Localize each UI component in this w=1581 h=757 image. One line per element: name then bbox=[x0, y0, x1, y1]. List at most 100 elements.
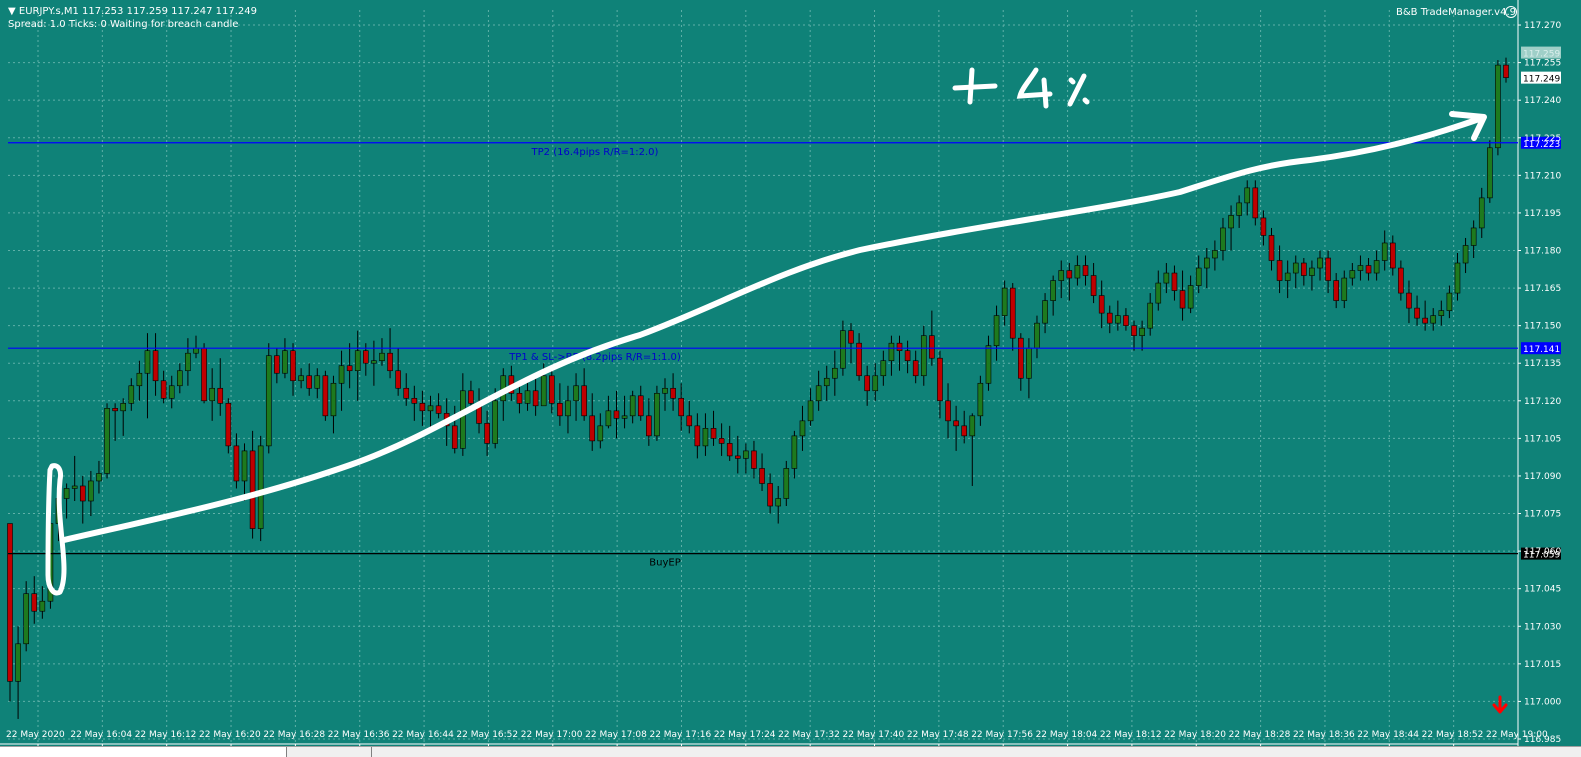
candle-body bbox=[799, 420, 806, 437]
candle-body bbox=[783, 468, 790, 499]
price-tick-label: 117.270 bbox=[1524, 21, 1561, 31]
candle bbox=[1106, 305, 1113, 334]
candle-body bbox=[791, 435, 798, 469]
candle bbox=[185, 338, 191, 386]
candle bbox=[322, 370, 329, 421]
price-axis: 117.270 117.255 117.240 117.225 117.210 117.1… bbox=[1518, 21, 1561, 745]
candle bbox=[1325, 250, 1331, 294]
candle bbox=[1349, 263, 1356, 286]
candle-body bbox=[1446, 292, 1453, 311]
candle bbox=[1309, 260, 1315, 291]
candle bbox=[209, 368, 215, 421]
candle-body bbox=[371, 360, 377, 364]
candle bbox=[79, 475, 86, 524]
time-tick-label: 22 May 17:08 bbox=[585, 730, 647, 740]
candle-body bbox=[540, 375, 547, 407]
candle-body bbox=[460, 390, 466, 449]
candle bbox=[662, 378, 668, 411]
candle-body bbox=[1333, 280, 1339, 301]
candle-body bbox=[363, 350, 369, 364]
candle bbox=[654, 385, 660, 441]
bid-price-label: 117.259 bbox=[1523, 50, 1560, 60]
candle-body bbox=[1438, 310, 1445, 316]
candle-body bbox=[1276, 260, 1283, 281]
dropdown-triangle-icon[interactable]: ▼ bbox=[8, 6, 16, 17]
candle-body bbox=[217, 387, 224, 404]
candle-body bbox=[322, 375, 329, 417]
candle bbox=[1414, 295, 1420, 326]
smiley-icon[interactable] bbox=[1505, 6, 1517, 18]
candle-body bbox=[435, 405, 442, 414]
candle bbox=[1268, 227, 1275, 271]
candle bbox=[864, 365, 870, 406]
candle-body bbox=[1301, 262, 1307, 276]
candle bbox=[314, 368, 321, 399]
candle bbox=[88, 470, 94, 517]
candle-body bbox=[265, 355, 272, 447]
time-tick-label: 22 May 18:12 bbox=[1100, 730, 1162, 740]
price-tick-label: 117.180 bbox=[1524, 246, 1561, 256]
candle bbox=[104, 403, 110, 479]
candle bbox=[524, 380, 531, 411]
candle bbox=[128, 378, 135, 411]
candle-body bbox=[23, 593, 29, 645]
candle-body bbox=[1478, 197, 1485, 229]
candle-body bbox=[1349, 270, 1356, 279]
candle-body bbox=[621, 415, 628, 419]
candle-body bbox=[451, 425, 458, 449]
candle-body bbox=[985, 345, 992, 384]
chart-window[interactable]: TP2 (16.4pips R/R=1:2.0) 117.223 TP1 & SL-… bbox=[0, 0, 1581, 756]
candle-body bbox=[1171, 272, 1178, 291]
candle bbox=[929, 310, 935, 366]
grid bbox=[0, 0, 1519, 745]
status-line: Spread: 1.0 Ticks: 0 Waiting for breach … bbox=[8, 19, 239, 30]
candle-body bbox=[63, 488, 70, 499]
candle-body bbox=[1406, 292, 1412, 309]
candle-body bbox=[832, 367, 838, 379]
candle-body bbox=[120, 403, 127, 412]
time-tick-label: 22 May 16:44 bbox=[392, 730, 454, 740]
candle bbox=[1171, 265, 1178, 301]
candle bbox=[751, 440, 757, 479]
candle bbox=[1082, 255, 1089, 286]
candle bbox=[201, 343, 207, 404]
candle-body bbox=[678, 397, 684, 417]
candle-body bbox=[815, 385, 822, 402]
candle-body bbox=[670, 387, 676, 399]
candle bbox=[848, 323, 854, 364]
price-tick-label: 117.015 bbox=[1524, 660, 1561, 670]
candle bbox=[1317, 250, 1323, 281]
time-tick-label: 22 May 18:20 bbox=[1164, 730, 1226, 740]
candle bbox=[710, 410, 717, 446]
candle-body bbox=[775, 498, 782, 507]
candle bbox=[726, 425, 733, 461]
candle bbox=[920, 325, 927, 386]
candle-body bbox=[1204, 257, 1210, 269]
candle bbox=[265, 343, 272, 454]
candle-body bbox=[718, 438, 725, 444]
price-chart[interactable]: TP2 (16.4pips R/R=1:2.0)117.223TP1 & SL-… bbox=[0, 0, 1581, 756]
candle-body bbox=[96, 473, 102, 482]
candle-body bbox=[864, 375, 870, 392]
candle-body bbox=[1503, 64, 1509, 78]
candle-body bbox=[71, 485, 78, 489]
candle bbox=[1115, 300, 1121, 331]
candle-body bbox=[1325, 257, 1331, 281]
candle-body bbox=[751, 450, 757, 469]
candle bbox=[670, 373, 676, 411]
candle bbox=[1001, 280, 1008, 326]
candle-body bbox=[1139, 327, 1145, 336]
candle-body bbox=[1155, 282, 1162, 304]
candle-body bbox=[694, 425, 701, 447]
candle-body bbox=[306, 375, 313, 389]
candle bbox=[1155, 270, 1162, 311]
candle-body bbox=[888, 342, 895, 362]
candle bbox=[945, 383, 951, 439]
candle-body bbox=[1422, 317, 1428, 324]
time-tick-label: 22 May 17:48 bbox=[907, 730, 969, 740]
candle bbox=[371, 340, 377, 386]
candle-body bbox=[484, 423, 490, 444]
candle-body bbox=[1098, 295, 1105, 314]
time-tick-label: 22 May 16:52 bbox=[456, 730, 518, 740]
candle-body bbox=[807, 400, 814, 422]
